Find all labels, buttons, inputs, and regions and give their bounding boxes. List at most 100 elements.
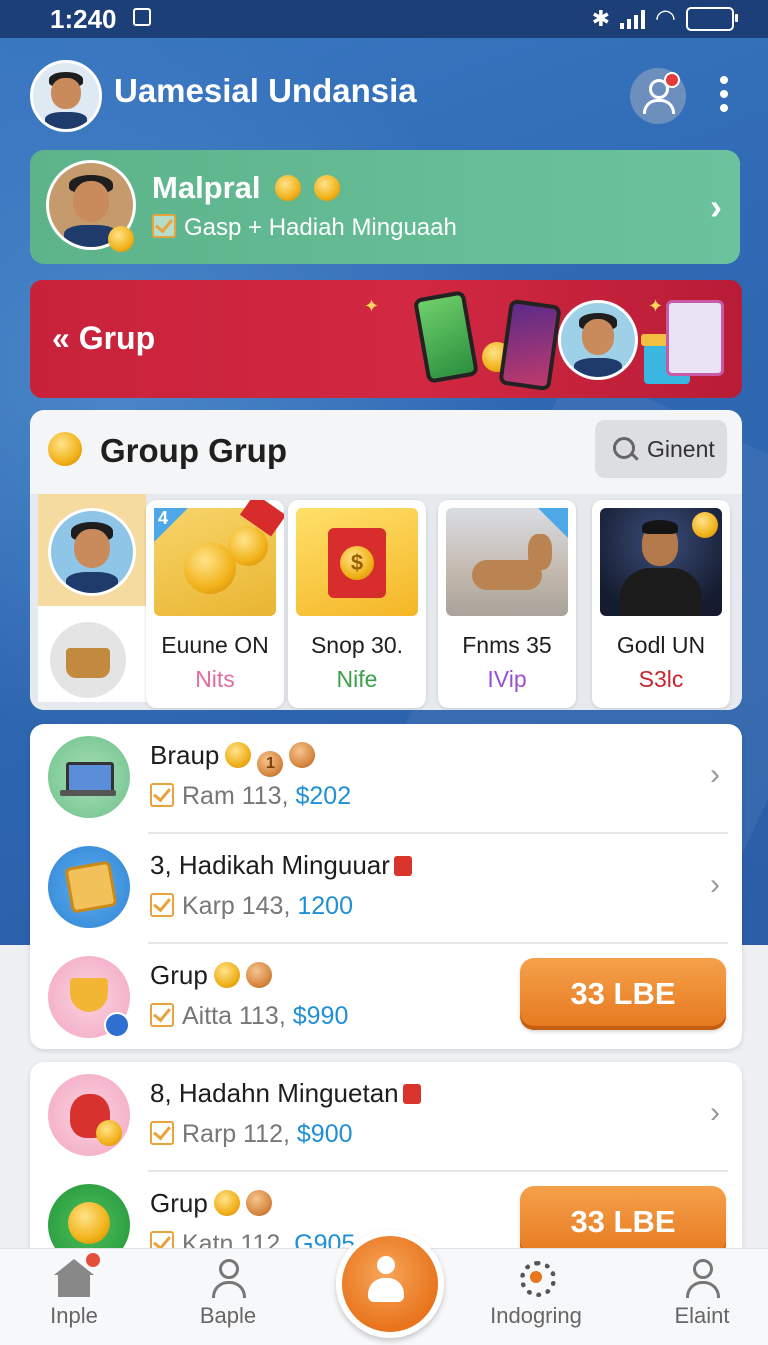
more-menu-icon[interactable] [716, 76, 732, 116]
profile-card[interactable]: Malpral Gasp + Hadiah Minguaah › [30, 150, 740, 264]
trophy-icon [48, 956, 130, 1038]
money-gift-image: $ [296, 508, 418, 616]
nav-label: Elaint [674, 1303, 730, 1328]
phone-illustration [412, 290, 480, 384]
profile-fab-button[interactable] [336, 1230, 444, 1338]
nav-item-indogring[interactable]: Indogring [476, 1259, 596, 1329]
header-avatar[interactable] [30, 60, 102, 132]
battery-icon [686, 6, 738, 31]
voucher-illustration [666, 300, 724, 376]
tile-tag: Nife [336, 666, 378, 692]
list-item[interactable]: Grup Aitta 113, $990 33 LBE [30, 944, 742, 1049]
tile-name: Fnms 35 [462, 632, 552, 658]
list-item-subtitle: Karp 143, [182, 892, 291, 920]
home-icon [54, 1253, 100, 1299]
chevron-right-icon: › [710, 186, 722, 227]
coin-icon: 1 [257, 751, 284, 777]
nav-item-baple[interactable]: Baple [168, 1259, 288, 1329]
gift-icon [393, 856, 412, 876]
gift-icon [402, 1084, 421, 1104]
profile-name: Malpral [152, 170, 261, 205]
list-item-title: 3, Hadikah Minguuar [150, 850, 390, 880]
coin-icon [225, 742, 252, 768]
nav-label: Baple [199, 1303, 257, 1328]
tile-tag: Nits [195, 666, 235, 692]
reward-list-card: Braup 1 Ram 113, $202 › 3, Hadikah Minguu… [30, 724, 742, 1049]
list-item[interactable]: 8, Hadahn Minguetan Rarp 112, $900 › [30, 1062, 742, 1172]
tile-name: Euune ON [161, 632, 269, 658]
status-bar: 1:240 ✱ ◠ [0, 0, 768, 38]
coin-icon [108, 226, 134, 252]
badge-icon [289, 742, 316, 768]
group-tile[interactable]: Godl UN S3lc [592, 500, 730, 708]
list-item-title: Braup [150, 740, 220, 770]
list-item-subtitle: Rarp 112, [182, 1120, 290, 1148]
coin-icon [313, 175, 340, 201]
checkbox-icon [152, 214, 176, 238]
user-icon [377, 1256, 395, 1274]
list-item[interactable]: Braup 1 Ram 113, $202 › [30, 724, 742, 834]
phone-illustration [498, 298, 562, 392]
group-search-button[interactable]: Ginent [595, 420, 727, 478]
chevron-right-icon: › [710, 868, 720, 901]
search-label: Ginent [647, 436, 715, 462]
tile-name: Godl UN [616, 632, 706, 658]
notification-icon [133, 8, 151, 26]
list-item-amount: $990 [292, 1002, 349, 1030]
host-image [600, 508, 722, 616]
list-item-amount: $900 [296, 1120, 353, 1148]
group-tile[interactable]: 4 Euune ON Nits [146, 500, 284, 708]
tile-name: Snop 30. [310, 632, 404, 658]
laptop-icon [48, 736, 130, 818]
group-tile[interactable]: $ Snop 30. Nife [288, 500, 426, 708]
banner-avatar [558, 300, 638, 380]
group-banner[interactable]: « Grup ✦ ✦ [30, 280, 742, 398]
user-icon [208, 1259, 248, 1299]
list-item-amount: 1200 [297, 892, 353, 920]
person-icon [682, 1259, 722, 1299]
signal-icon [620, 9, 646, 29]
checkbox-icon [150, 1121, 174, 1145]
badge-icon [245, 1190, 272, 1216]
money-bag-icon [48, 1074, 130, 1156]
nav-label: Indogring [490, 1303, 582, 1328]
list-item[interactable]: 3, Hadikah Minguuar Karp 143, 1200 › [30, 834, 742, 944]
claim-button[interactable]: 33 LBE [520, 958, 726, 1030]
dog-image [446, 508, 568, 616]
tile-avatar [48, 508, 136, 596]
tile-tag: IVip [487, 666, 527, 692]
banner-label: Grup [78, 320, 156, 356]
checkbox-icon [150, 783, 174, 807]
profile-subtitle: Gasp + Hadiah Minguaah [184, 214, 457, 241]
tile-game-icon [48, 846, 130, 928]
list-item-subtitle: Aitta 113, [182, 1002, 286, 1030]
tile-badge-label: 4 [158, 508, 169, 528]
sparkle-icon: ✦ [364, 296, 380, 316]
nav-label: Inple [50, 1303, 98, 1328]
checkbox-icon [150, 893, 174, 917]
wifi-icon: ◠ [655, 5, 676, 32]
nav-item-elaint[interactable]: Elaint [642, 1259, 762, 1329]
search-icon [613, 437, 635, 459]
sparkle-icon: ✦ [648, 296, 664, 316]
group-panel-title: Group Grup [100, 432, 287, 469]
gear-icon [516, 1259, 556, 1299]
group-tile[interactable]: Fnms 35 IVip [438, 500, 576, 708]
coin-icon [213, 1190, 240, 1216]
notification-dot [664, 72, 680, 88]
list-item-title: Grup [150, 960, 208, 990]
checkbox-icon [150, 1003, 174, 1027]
group-panel: Group Grup Ginent 4 Euune ON Nits $ Snop [30, 410, 742, 710]
coin-icon [213, 962, 240, 988]
nav-item-home[interactable]: Inple [14, 1253, 134, 1329]
double-chevron-left-icon: « [52, 320, 70, 356]
chevron-right-icon: › [710, 758, 720, 791]
list-item-title: Grup [150, 1188, 208, 1218]
status-time: 1:240 [50, 4, 117, 34]
bluetooth-icon: ✱ [591, 5, 611, 31]
featured-user-tile[interactable] [38, 494, 146, 702]
badge-icon [245, 962, 272, 988]
coin-search-icon [48, 432, 82, 466]
tile-badge [538, 508, 568, 538]
account-button[interactable] [630, 68, 686, 124]
